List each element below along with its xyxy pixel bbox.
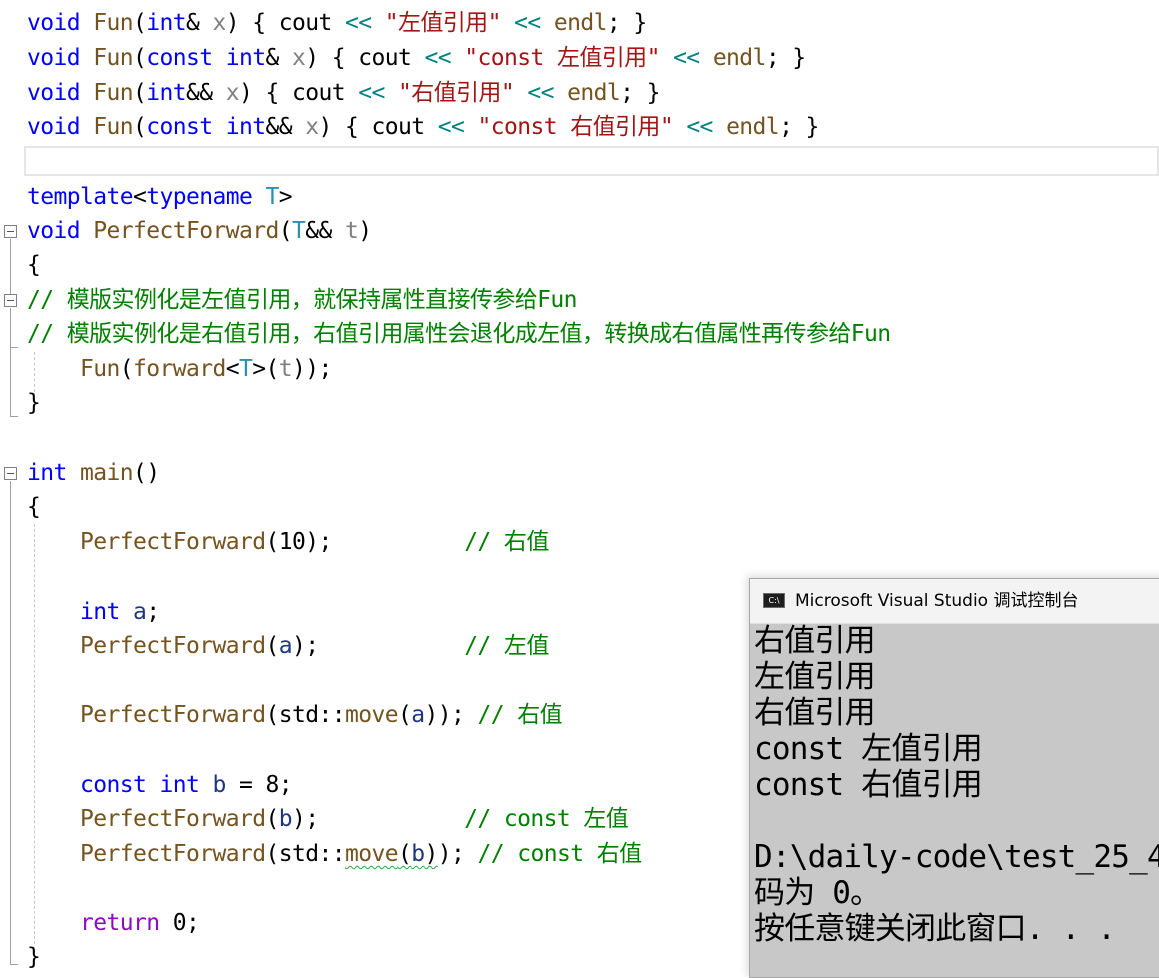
code-line-24: PerfectForward(b); // const 左值	[80, 806, 629, 832]
code-line-15: {	[27, 494, 41, 520]
debug-console-window[interactable]: C:\ Microsoft Visual Studio 调试控制台 右值引用 左…	[749, 578, 1159, 978]
code-line-12: }	[27, 390, 41, 416]
outline-line	[10, 308, 11, 348]
indent-guide	[34, 524, 35, 944]
code-line-23: const int b = 8;	[80, 772, 293, 798]
warning-squiggle[interactable]: move(b)	[345, 841, 438, 867]
code-line-18: int a;	[80, 599, 160, 625]
code-line-3: void Fun(int&& x) { cout << "右值引用" << en…	[27, 80, 660, 106]
console-output-line: 按任意键关闭此窗口. . .	[754, 911, 1116, 947]
code-line-4: void Fun(const int&& x) { cout << "const…	[27, 114, 819, 140]
outline-line	[10, 347, 18, 348]
console-output-line: 码为 0。	[754, 875, 881, 911]
code-line-21: PerfectForward(std::move(a)); // 右值	[80, 702, 563, 728]
code-line-1: void Fun(int& x) { cout << "左值引用" << end…	[27, 10, 647, 36]
outline-line	[10, 481, 11, 964]
console-output-line: 右值引用	[754, 695, 876, 731]
outline-line	[10, 348, 11, 416]
code-line-7: void PerfectForward(T&& t)	[27, 218, 372, 244]
current-line-highlight	[24, 146, 1159, 176]
code-line-11: Fun(forward<T>(t));	[80, 356, 332, 382]
outline-line	[10, 416, 18, 417]
outline-line	[10, 239, 11, 294]
collapse-perfectforward-icon[interactable]	[4, 225, 17, 238]
code-line-19: PerfectForward(a); // 左值	[80, 633, 549, 659]
code-line-2: void Fun(const int& x) { cout << "const …	[27, 45, 806, 71]
code-line-10: // 模版实例化是右值引用，右值引用属性会退化成左值，转换成右值属性再传参给Fu…	[27, 321, 891, 347]
code-line-6: template<typename T>	[27, 184, 293, 210]
code-line-27: return 0;	[80, 910, 200, 936]
code-line-9: // 模版实例化是左值引用，就保持属性直接传参给Fun	[27, 287, 577, 313]
outline-line	[10, 964, 18, 965]
console-app-icon: C:\	[763, 593, 785, 608]
collapse-main-icon[interactable]	[4, 467, 17, 480]
code-line-28: }	[27, 944, 41, 970]
console-output-line: const 右值引用	[754, 767, 983, 803]
console-output-line: const 左值引用	[754, 731, 983, 767]
code-line-14: int main()	[27, 460, 160, 486]
console-title: Microsoft Visual Studio 调试控制台	[795, 591, 1079, 611]
code-line-16: PerfectForward(10); // 右值	[80, 529, 549, 555]
code-line-25: PerfectForward(std::move(b)); // const 右…	[80, 841, 642, 867]
console-output-line: 右值引用	[754, 623, 876, 659]
code-line-8: {	[27, 252, 41, 278]
console-titlebar[interactable]: C:\ Microsoft Visual Studio 调试控制台	[750, 579, 1159, 624]
console-output-line: 左值引用	[754, 659, 876, 695]
console-output-line: D:\daily-code\test_25_4	[754, 839, 1159, 875]
collapse-comment-icon[interactable]	[4, 294, 17, 307]
